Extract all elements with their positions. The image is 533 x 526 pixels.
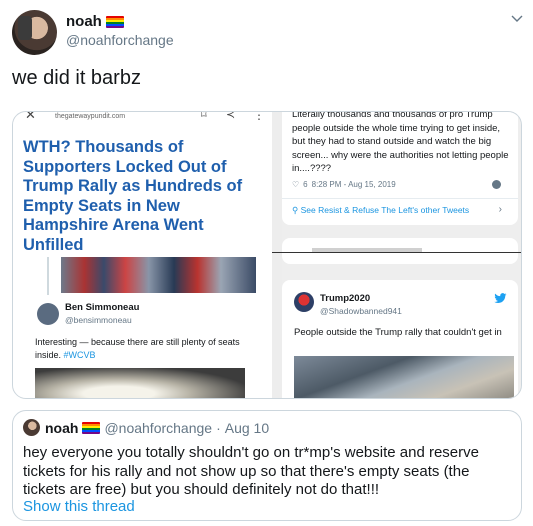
arena-photo xyxy=(35,368,245,398)
site-url: thegatewaypundit.com xyxy=(55,113,126,120)
quoted-avatar xyxy=(23,419,40,436)
rainbow-flag-icon xyxy=(82,422,101,434)
author-handle[interactable]: @noahforchange xyxy=(66,32,174,48)
chevron-right-icon: › xyxy=(498,204,502,215)
more-vertical-icon: ⋮ xyxy=(253,111,265,122)
reply-author-name: Ben Simmoneau xyxy=(65,302,140,313)
embedded-tweet-meta: ♡ 6 8:28 PM - Aug 15, 2019 xyxy=(292,180,507,189)
divider xyxy=(282,198,518,199)
overlay-line xyxy=(272,252,521,253)
quoted-header: noah @noahforchange · Aug 10 xyxy=(45,420,269,436)
embedded-avatar xyxy=(294,292,314,312)
embedded-tweet-text: Literally thousands and thousands of pro… xyxy=(292,111,509,174)
user-icon: ⚲ xyxy=(292,205,301,215)
rainbow-flag-icon xyxy=(105,15,124,28)
chevron-down-icon[interactable] xyxy=(510,12,524,26)
tweet-media-image[interactable]: ✕ thegatewaypundit.com ⌑ ≺ ⋮ WTH? Thousa… xyxy=(12,111,522,399)
reply-hashtag: #WCVB xyxy=(63,350,96,360)
embedded-author-handle: @Shadowbanned941 xyxy=(320,306,402,316)
separator-dot: · xyxy=(216,420,221,436)
like-count: 6 xyxy=(303,180,308,189)
author-avatar[interactable] xyxy=(12,10,57,55)
see-more-link: ⚲ See Resist & Refuse The Left's other T… xyxy=(292,205,469,216)
heart-icon: ♡ xyxy=(292,180,300,189)
bookmark-icon: ⌑ xyxy=(201,111,207,121)
quoted-tweet[interactable]: noah @noahforchange · Aug 10 hey everyon… xyxy=(12,410,522,521)
quoted-text: hey everyone you totally shouldn't go on… xyxy=(23,444,479,498)
arena-outside-photo xyxy=(294,356,514,398)
right-screenshot-panel: Literally thousands and thousands of pro… xyxy=(272,112,521,398)
browser-toolbar: ✕ thegatewaypundit.com ⌑ ≺ ⋮ xyxy=(21,111,266,125)
embedded-tweet-text-2: People outside the Trump rally that coul… xyxy=(294,327,502,338)
quoted-date: Aug 10 xyxy=(224,420,270,436)
embedded-author-name: Trump2020 xyxy=(320,293,371,304)
info-icon xyxy=(492,180,501,189)
tweet-text: we did it barbz xyxy=(12,67,141,89)
left-screenshot-panel: ✕ thegatewaypundit.com ⌑ ≺ ⋮ WTH? Thousa… xyxy=(13,111,272,398)
embedded-tweet-card-2: Trump2020 @Shadowbanned941 People outsid… xyxy=(282,280,518,398)
reply-text: Interesting — because there are still pl… xyxy=(35,336,250,362)
embedded-tweet-card: Literally thousands and thousands of pro… xyxy=(282,112,518,225)
close-icon: ✕ xyxy=(25,111,36,122)
reply-avatar xyxy=(37,303,59,325)
show-thread-link[interactable]: Show this thread xyxy=(23,498,135,515)
see-more-label: See Resist & Refuse The Left's other Twe… xyxy=(300,205,470,215)
thread-line xyxy=(47,257,49,295)
crowd-photo xyxy=(61,257,256,293)
share-icon: ≺ xyxy=(226,111,236,121)
article-headline: WTH? Thousands of Supporters Locked Out … xyxy=(23,138,243,254)
author-display-name[interactable]: noah xyxy=(66,13,102,30)
panel-gap xyxy=(272,112,282,398)
reply-author-handle: @bensimmoneau xyxy=(65,315,132,325)
quoted-display-name: noah xyxy=(45,420,79,436)
author-name-row[interactable]: noah xyxy=(66,13,124,30)
embedded-timestamp: 8:28 PM - Aug 15, 2019 xyxy=(311,180,396,189)
quoted-handle: @noahforchange xyxy=(104,420,213,436)
twitter-bird-icon xyxy=(494,293,507,303)
collapsed-tweet-card xyxy=(272,238,521,264)
